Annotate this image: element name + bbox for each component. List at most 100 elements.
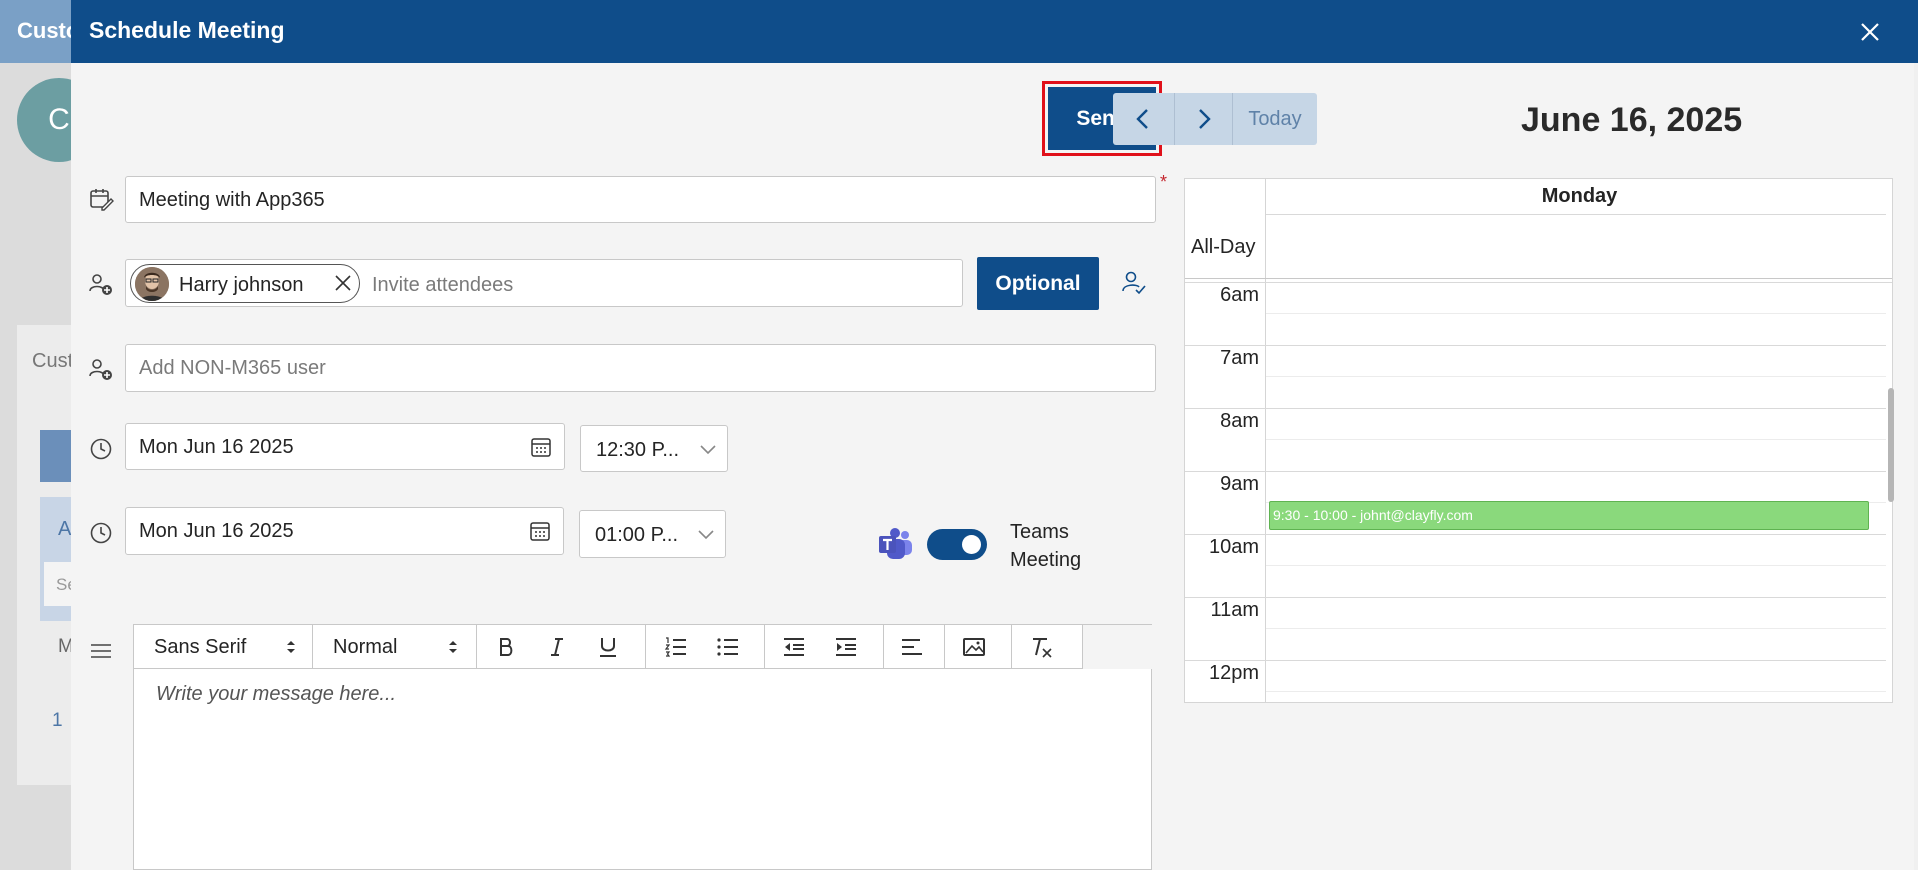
grid-line <box>1185 282 1892 283</box>
hour-label: 7am <box>1220 347 1259 369</box>
numbered-list-icon[interactable] <box>664 635 688 659</box>
dialog-scrollbar[interactable] <box>1914 63 1918 870</box>
end-time-select[interactable]: 01:00 P... <box>579 510 726 558</box>
chevron-right-icon <box>1199 109 1211 129</box>
editor-toolbar: Sans Serif Normal <box>134 625 1083 669</box>
schedule-meeting-dialog: Schedule Meeting Send Meeting with App36… <box>71 0 1918 870</box>
font-family-select[interactable]: Sans Serif <box>134 625 312 669</box>
end-time-value: 01:00 P... <box>595 524 679 546</box>
gutter-divider <box>1265 179 1266 702</box>
day-header: Monday <box>1541 185 1618 207</box>
clock-icon <box>90 522 112 544</box>
non-m365-user-input[interactable]: Add NON-M365 user <box>125 344 1156 392</box>
teams-label-line2: Meeting <box>1010 549 1082 571</box>
underline-icon[interactable] <box>596 635 620 659</box>
half-hour-line <box>1266 565 1886 566</box>
optional-button[interactable]: Optional <box>977 257 1099 310</box>
calendar-event[interactable]: 9:30 - 10:00 - johnt@clayfly.com <box>1269 501 1869 530</box>
font-size-select[interactable]: Normal <box>313 625 476 669</box>
message-editor: Sans Serif Normal Write your message her… <box>133 624 1153 870</box>
half-hour-line <box>1266 376 1886 377</box>
hour-label: 10am <box>1208 536 1259 558</box>
clock-icon <box>90 438 112 460</box>
teams-meeting-toggle[interactable] <box>927 529 987 560</box>
font-family-value: Sans Serif <box>154 636 247 658</box>
avatar <box>135 267 169 301</box>
toolbar-divider <box>883 625 884 669</box>
today-button[interactable]: Today <box>1232 93 1317 145</box>
dialog-title: Schedule Meeting <box>89 17 285 43</box>
align-left-icon[interactable] <box>900 635 924 659</box>
image-icon[interactable] <box>962 635 986 659</box>
subject-value: Meeting with App365 <box>139 189 325 211</box>
hour-label: 6am <box>1220 284 1259 306</box>
end-date-input[interactable]: Mon Jun 16 2025 <box>125 507 564 555</box>
add-external-user-icon <box>89 359 112 380</box>
attendee-chip: Harry johnson <box>130 264 360 303</box>
subject-input[interactable]: Meeting with App365 <box>125 176 1156 223</box>
end-date-value: Mon Jun 16 2025 <box>139 520 294 542</box>
start-time-select[interactable]: 12:30 P... <box>580 425 728 472</box>
required-indicator: * <box>1160 172 1168 192</box>
all-day-label: All-Day <box>1191 236 1256 258</box>
calendar-scrollbar[interactable] <box>1888 388 1894 502</box>
hour-line <box>1185 345 1886 346</box>
half-hour-line <box>1266 691 1886 692</box>
calendar-icon[interactable] <box>529 520 551 542</box>
hour-line <box>1185 471 1886 472</box>
background-a-label: A <box>58 518 72 540</box>
calendar-icon[interactable] <box>530 436 552 458</box>
attendee-name: Harry johnson <box>179 274 304 296</box>
toolbar-divider <box>764 625 765 669</box>
clear-format-icon[interactable] <box>1029 635 1053 659</box>
grid-line <box>1185 278 1892 279</box>
toolbar-filler <box>1083 625 1153 669</box>
previous-day-button[interactable] <box>1113 93 1173 145</box>
italic-icon[interactable] <box>545 635 569 659</box>
toolbar-divider <box>645 625 646 669</box>
chevron-down-icon <box>698 530 714 540</box>
dialog-header: Schedule Meeting <box>71 0 1918 63</box>
toolbar-divider <box>944 625 945 669</box>
calendar-edit-icon <box>90 189 114 211</box>
hour-label: 8am <box>1220 410 1259 432</box>
hour-line <box>1185 660 1886 661</box>
hour-line <box>1185 597 1886 598</box>
teams-icon <box>879 528 912 559</box>
close-icon[interactable] <box>1857 19 1883 45</box>
calendar-nav: Today <box>1113 93 1317 145</box>
indent-icon[interactable] <box>834 635 858 659</box>
hour-label: 11am <box>1210 599 1259 621</box>
non-m365-placeholder: Add NON-M365 user <box>139 357 326 379</box>
grid-line <box>1266 214 1886 215</box>
bullet-list-icon[interactable] <box>716 635 740 659</box>
select-arrows-icon <box>449 641 457 653</box>
background-cust-label: Cust <box>32 350 74 372</box>
teams-meeting-label: Teams Meeting <box>1010 518 1081 574</box>
half-hour-line <box>1266 628 1886 629</box>
next-day-button[interactable] <box>1174 93 1232 145</box>
start-time-value: 12:30 P... <box>596 439 680 461</box>
outdent-icon[interactable] <box>782 635 806 659</box>
remove-attendee-icon[interactable] <box>333 273 353 293</box>
toolbar-divider <box>476 625 477 669</box>
calendar-date-title: June 16, 2025 <box>1521 101 1743 139</box>
add-people-icon <box>89 274 112 295</box>
person-check-icon[interactable] <box>1121 269 1147 295</box>
message-body[interactable]: Write your message here... <box>134 669 1153 870</box>
background-page-label: 1 <box>52 710 63 731</box>
toolbar-divider <box>1011 625 1012 669</box>
start-date-input[interactable]: Mon Jun 16 2025 <box>125 423 565 470</box>
day-calendar: Monday All-Day 6am 7am 8am 9am 10am 11am 12pm … <box>1184 178 1893 703</box>
bold-icon[interactable] <box>494 635 518 659</box>
menu-lines-icon <box>91 644 111 658</box>
chevron-left-icon <box>1136 109 1148 129</box>
attendees-input[interactable]: Harry johnson Invite attendees <box>125 259 963 307</box>
half-hour-line <box>1266 439 1886 440</box>
hour-line <box>1185 408 1886 409</box>
select-arrows-icon <box>287 641 295 653</box>
hour-label: 12pm <box>1208 662 1259 684</box>
half-hour-line <box>1266 313 1886 314</box>
background-header-title: Custo <box>17 18 80 43</box>
toggle-knob <box>962 535 981 554</box>
